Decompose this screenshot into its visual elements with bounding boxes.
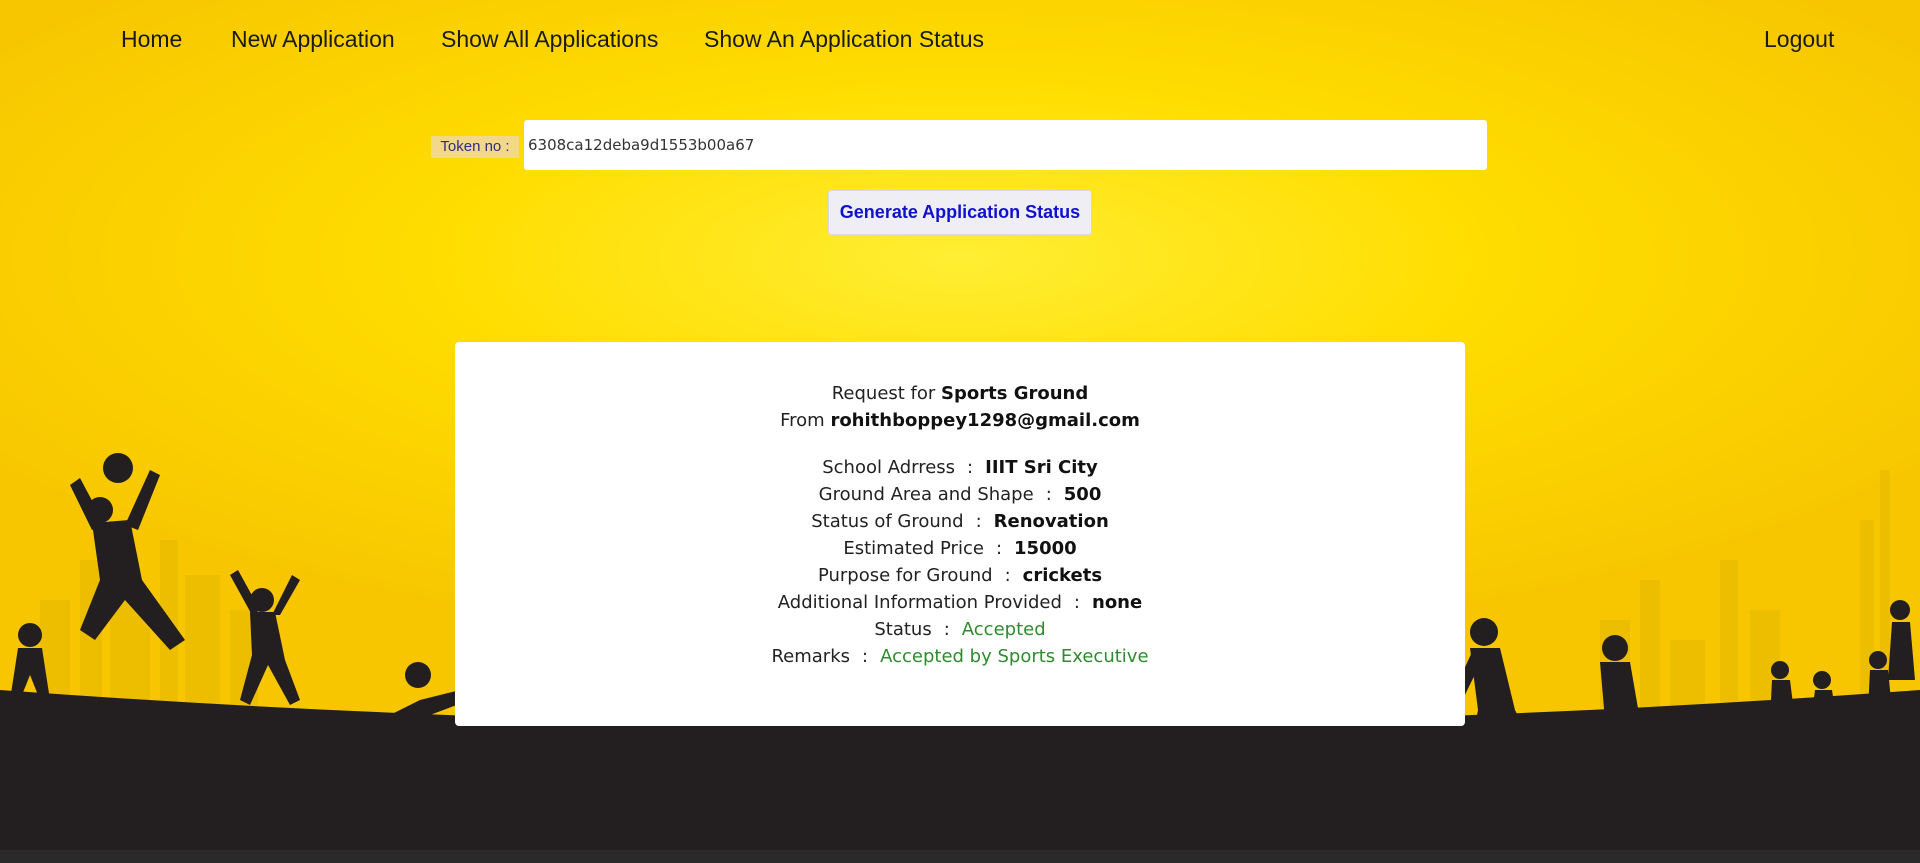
request-prefix: Request for xyxy=(831,383,936,404)
field-row-estimated-price: Estimated Price:15000 xyxy=(455,535,1465,562)
field-value: crickets xyxy=(1022,565,1103,586)
field-label: School Adrress xyxy=(822,457,956,478)
token-label: Token no : xyxy=(431,136,519,158)
field-value: 500 xyxy=(1063,484,1102,505)
field-label: Purpose for Ground xyxy=(817,565,993,586)
status-value: Accepted xyxy=(961,619,1046,640)
request-type: Sports Ground xyxy=(941,383,1089,404)
field-value: none xyxy=(1092,592,1143,613)
nav-home-link[interactable]: Home xyxy=(121,26,182,53)
field-separator: : xyxy=(967,457,974,478)
field-separator: : xyxy=(943,619,950,640)
token-input[interactable] xyxy=(524,120,1487,170)
field-row-school-address: School Adrress: IIIT Sri City xyxy=(455,454,1465,481)
nav-logout-link[interactable]: Logout xyxy=(1764,26,1834,53)
status-label: Status xyxy=(874,619,932,640)
field-row-additional-info: Additional Information Provided: none xyxy=(455,589,1465,616)
field-label: Status of Ground xyxy=(811,511,964,532)
field-separator: : xyxy=(995,538,1003,559)
field-row-status-of-ground: Status of Ground: Renovation xyxy=(455,508,1465,535)
field-separator: : xyxy=(862,646,869,667)
field-value: 15000 xyxy=(1014,538,1077,559)
top-navbar: Home New Application Show All Applicatio… xyxy=(0,22,1920,62)
remarks-label: Remarks xyxy=(771,646,851,667)
field-separator: : xyxy=(1004,565,1011,586)
nav-new-application-link[interactable]: New Application xyxy=(231,26,395,53)
field-separator: : xyxy=(975,511,982,532)
field-value: IIIT Sri City xyxy=(985,457,1098,478)
field-separator: : xyxy=(1073,592,1080,613)
generate-application-status-button[interactable]: Generate Application Status xyxy=(828,190,1092,235)
field-label: Ground Area and Shape xyxy=(818,484,1034,505)
field-row-ground-area: Ground Area and Shape:500 xyxy=(455,481,1465,508)
application-status-card: Request for Sports Ground From rohithbop… xyxy=(455,342,1465,726)
from-email: rohithboppey1298@gmail.com xyxy=(830,410,1140,431)
from-prefix: From xyxy=(780,410,825,431)
status-row: Status: Accepted xyxy=(455,616,1465,643)
nav-show-application-status-link[interactable]: Show An Application Status xyxy=(704,26,984,53)
field-label: Estimated Price xyxy=(843,538,984,559)
field-value: Renovation xyxy=(993,511,1109,532)
request-line: Request for Sports Ground xyxy=(455,380,1465,407)
remarks-row: Remarks: Accepted by Sports Executive xyxy=(455,643,1465,670)
remarks-value: Accepted by Sports Executive xyxy=(880,646,1149,667)
field-separator: : xyxy=(1045,484,1052,505)
from-line: From rohithboppey1298@gmail.com xyxy=(455,407,1465,434)
field-row-purpose: Purpose for Ground: crickets xyxy=(455,562,1465,589)
field-label: Additional Information Provided xyxy=(777,592,1062,613)
nav-show-all-applications-link[interactable]: Show All Applications xyxy=(441,26,658,53)
